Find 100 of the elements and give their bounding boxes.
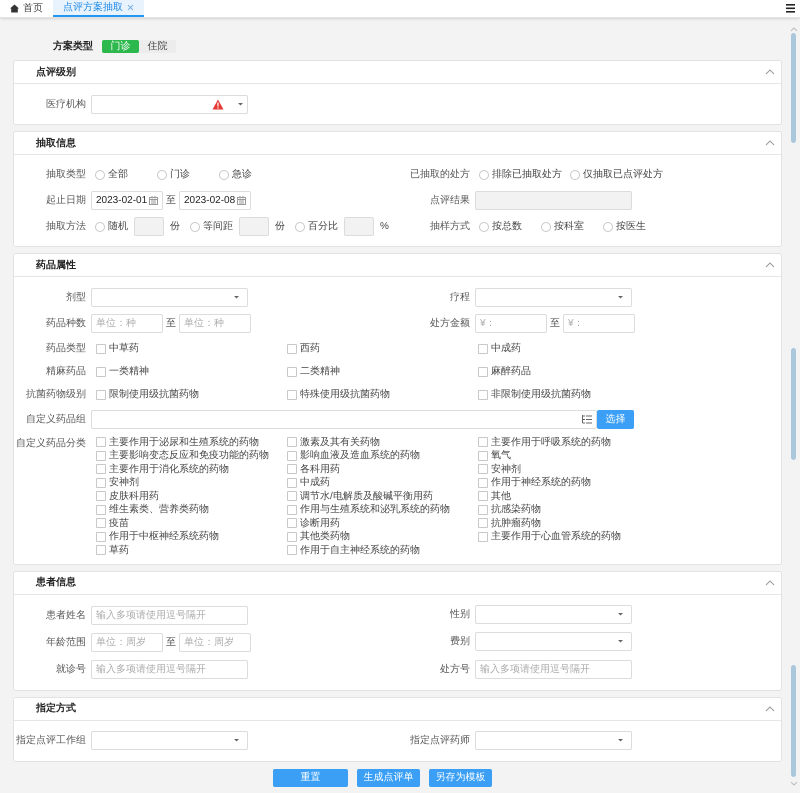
checkbox[interactable] (287, 518, 297, 528)
radio-button[interactable] (479, 170, 489, 180)
checkbox[interactable] (96, 504, 106, 515)
date-field[interactable]: 2023-02-08 (179, 190, 251, 210)
field-label: 患者姓名 (45, 608, 87, 622)
scrollbar-thumb[interactable] (791, 33, 796, 143)
action-button[interactable]: 另存为模板 (429, 768, 492, 786)
input-field[interactable]: ¥： (563, 314, 635, 333)
radio-button[interactable] (570, 170, 580, 180)
radio-button[interactable] (603, 222, 613, 232)
checkbox[interactable] (96, 545, 106, 556)
checkbox[interactable] (478, 532, 488, 542)
input-field[interactable]: 输入多项请使用逗号隔开 (475, 660, 632, 678)
dropdown[interactable] (91, 288, 248, 306)
checkbox[interactable] (96, 437, 106, 448)
scroll-up-icon[interactable] (790, 27, 798, 32)
field-label: 精麻药品 (45, 364, 87, 379)
input-field[interactable]: 输入多项请使用逗号隔开 (91, 660, 248, 678)
checkbox[interactable] (96, 478, 106, 488)
checkbox[interactable] (287, 504, 297, 515)
option-label: 草药 (109, 544, 129, 558)
field-label: 抽取类型 (45, 168, 87, 182)
list-icon (582, 414, 592, 424)
checkbox[interactable] (287, 344, 297, 354)
panel-title: 指定方式 (36, 701, 76, 716)
field-label: 疗程 (449, 290, 471, 304)
panel-title: 点评级别 (36, 66, 76, 80)
checkbox[interactable] (287, 437, 297, 448)
collapse-icon[interactable] (765, 262, 775, 268)
scrollbar-thumb[interactable] (791, 665, 796, 777)
checkbox[interactable] (96, 491, 106, 502)
tab[interactable]: 点评方案抽取 (53, 0, 144, 17)
panel-title: 抽取信息 (36, 136, 76, 150)
collapse-icon[interactable] (765, 140, 775, 146)
checkbox[interactable] (478, 504, 488, 515)
scrollbar-thumb[interactable] (791, 348, 796, 460)
action-button[interactable]: 重置 (273, 768, 348, 786)
input-field[interactable]: 输入多项请使用逗号隔开 (91, 606, 248, 624)
radio-button[interactable] (157, 170, 167, 180)
checkbox[interactable] (96, 464, 106, 474)
checkbox[interactable] (287, 545, 297, 556)
checkbox[interactable] (96, 366, 106, 376)
checkbox[interactable] (478, 437, 488, 448)
field-label: 处方号 (439, 662, 471, 676)
date-field[interactable]: 2023-02-01 (91, 190, 163, 210)
dropdown[interactable] (475, 731, 632, 750)
field-label: 自定义药品组 (25, 412, 87, 426)
checkbox[interactable] (287, 532, 297, 542)
radio-button[interactable] (95, 170, 105, 180)
collapse-icon[interactable] (765, 706, 775, 712)
select-button[interactable]: 选择 (597, 410, 634, 428)
checkbox[interactable] (478, 344, 488, 354)
segment-button[interactable]: 门诊 (102, 40, 139, 53)
dropdown[interactable] (91, 94, 248, 114)
radio-button[interactable] (541, 222, 551, 232)
checkbox[interactable] (478, 518, 488, 528)
checkbox[interactable] (96, 450, 106, 461)
menu-icon[interactable] (786, 4, 795, 13)
option-label: 调节水/电解质及酸碱平衡用药 (300, 490, 433, 504)
input-field[interactable]: 单位：周岁 (91, 632, 163, 652)
radio-button[interactable] (295, 222, 305, 232)
checkbox[interactable] (287, 491, 297, 502)
dropdown[interactable] (475, 605, 632, 624)
radio-button[interactable] (479, 222, 489, 232)
checkbox[interactable] (478, 478, 488, 488)
option-label: 等间距 (203, 220, 233, 234)
radio-button[interactable] (190, 222, 200, 232)
collapse-icon[interactable] (765, 69, 775, 75)
checkbox[interactable] (478, 491, 488, 502)
checkbox[interactable] (478, 390, 488, 400)
radio-button[interactable] (95, 222, 105, 232)
option-label: 主要作用于心血管系统的药物 (491, 530, 621, 544)
input-field[interactable]: ¥： (475, 314, 547, 333)
input-field[interactable] (91, 410, 597, 428)
checkbox[interactable] (287, 478, 297, 488)
checkbox[interactable] (478, 366, 488, 376)
option-label: 其他类药物 (300, 530, 350, 544)
checkbox[interactable] (96, 518, 106, 528)
tab[interactable]: 首页 (0, 0, 53, 17)
input-field[interactable]: 单位：种 (91, 314, 163, 333)
segment-button[interactable]: 住院 (139, 40, 176, 53)
radio-button[interactable] (219, 170, 229, 180)
checkbox[interactable] (96, 390, 106, 400)
action-button[interactable]: 生成点评单 (357, 768, 420, 786)
checkbox[interactable] (96, 344, 106, 354)
collapse-icon[interactable] (765, 580, 775, 586)
input-field[interactable]: 单位：周岁 (179, 632, 251, 652)
checkbox[interactable] (96, 532, 106, 542)
checkbox[interactable] (478, 464, 488, 474)
checkbox[interactable] (287, 366, 297, 376)
checkbox[interactable] (478, 450, 488, 461)
checkbox[interactable] (287, 464, 297, 474)
checkbox[interactable] (287, 450, 297, 461)
dropdown[interactable] (91, 731, 248, 750)
field-label: 性别 (448, 608, 471, 622)
input-field[interactable]: 单位：种 (179, 314, 251, 333)
dropdown[interactable] (475, 632, 632, 651)
scroll-down-icon[interactable] (790, 781, 798, 786)
dropdown[interactable] (475, 288, 632, 306)
checkbox[interactable] (287, 390, 297, 400)
